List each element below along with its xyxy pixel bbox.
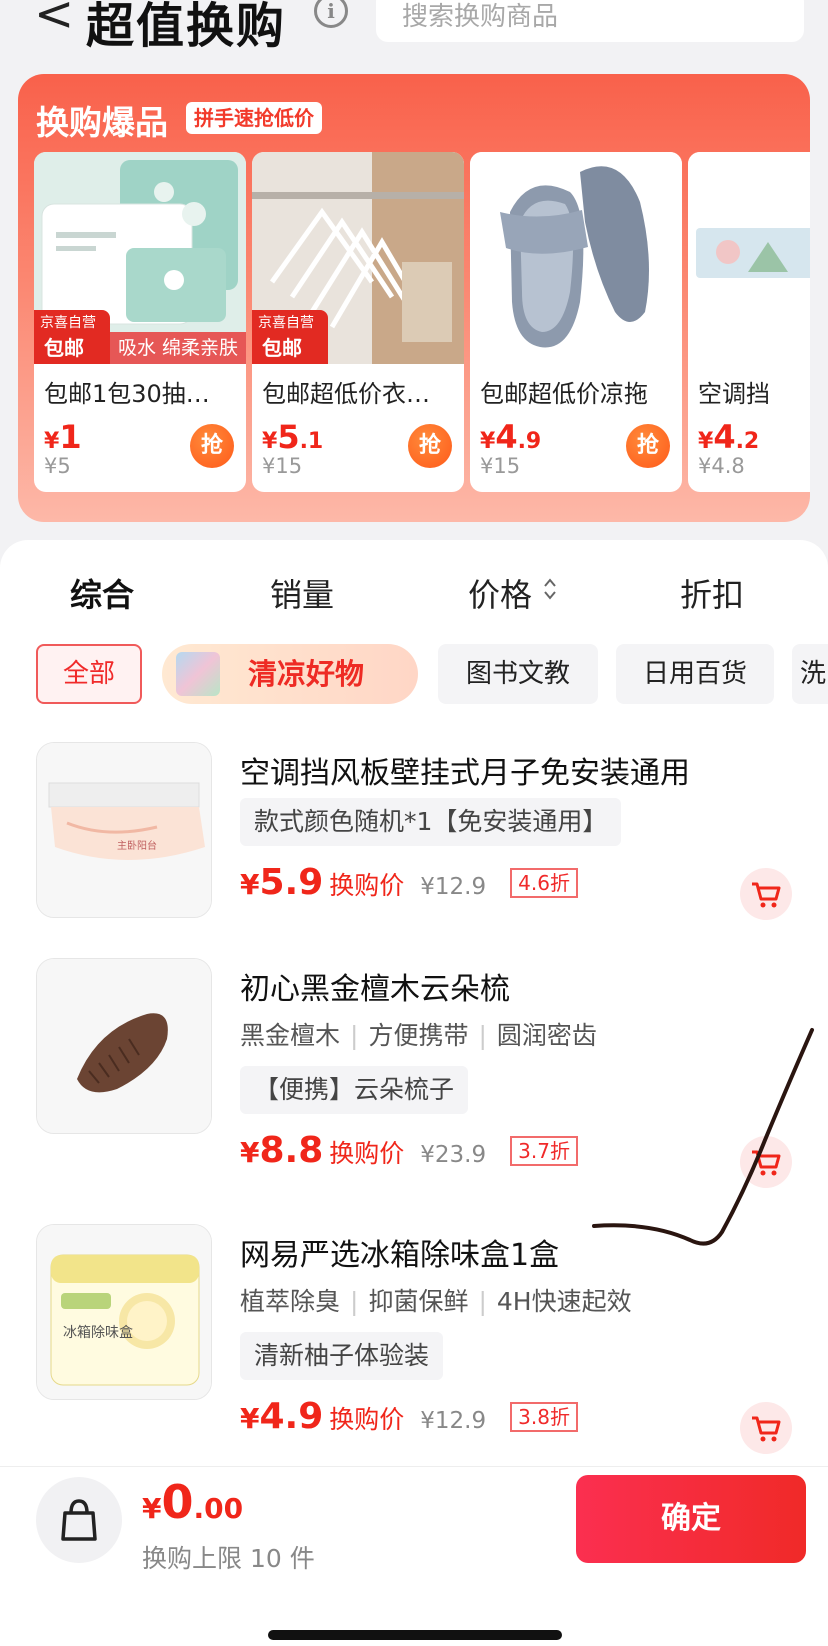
shopping-bag-icon[interactable] <box>36 1477 122 1563</box>
search-placeholder: 搜索换购商品 <box>402 2 559 32</box>
hot-deal-original-price: ¥15 <box>480 454 521 478</box>
product-spec-tag: 【便携】云朵梳子 <box>240 1066 469 1114</box>
hot-deals-subtitle-badge: 拼手速抢低价 <box>186 102 322 134</box>
add-to-cart-button[interactable] <box>740 868 792 920</box>
sort-arrows-icon <box>542 576 558 603</box>
info-icon[interactable]: i <box>314 0 348 28</box>
product-image-slippers <box>470 152 682 364</box>
back-arrow-icon[interactable]: < <box>34 0 74 42</box>
product-price-row: ¥4.9 换购价 ¥12.9 3.8折 <box>240 1396 578 1437</box>
filter-chip-daily-goods[interactable]: 日用百货 <box>616 644 774 704</box>
hot-deals-title: 换购爆品 <box>36 103 168 142</box>
product-attributes: 黑金檀木 | 方便携带 | 圆润密齿 <box>240 1021 597 1050</box>
cart-icon <box>752 1150 781 1176</box>
svg-text:冰箱除味盒: 冰箱除味盒 <box>63 1324 133 1340</box>
filter-chip-cool-goods[interactable]: 清凉好物 <box>162 644 418 704</box>
discount-badge: 4.6折 <box>510 868 578 898</box>
hot-deal-price: ¥1 <box>44 418 82 456</box>
hot-deal-original-price: ¥4.8 <box>698 454 745 478</box>
discount-badge: 3.7折 <box>510 1136 578 1166</box>
bottom-bar: ¥0.00 换购上限 10 件 确定 <box>0 1466 828 1646</box>
filter-chip-all[interactable]: 全部 <box>36 644 142 704</box>
sort-tab-comprehensive[interactable]: 综合 <box>70 570 134 616</box>
svg-text:主卧阳台: 主卧阳台 <box>117 839 157 852</box>
self-operated-badge: 京喜自营 包邮 <box>34 310 110 364</box>
discount-badge: 3.8折 <box>510 1402 578 1432</box>
page-title: 超值换购 <box>86 0 287 54</box>
product-image: 主卧阳台 <box>36 742 212 918</box>
cart-icon <box>752 1416 781 1442</box>
hot-deal-original-price: ¥15 <box>262 454 303 478</box>
product-title: 网易严选冰箱除味盒1盒 <box>240 1238 560 1273</box>
product-title: 初心黑金檀木云朵梳 <box>240 972 510 1007</box>
hot-deal-card[interactable]: 空调挡 ¥4.2 ¥4.8 <box>688 152 810 492</box>
sort-tab-sales[interactable]: 销量 <box>270 570 334 616</box>
grab-button[interactable]: 抢 <box>190 424 234 468</box>
header: < 超值换购 i 搜索换购商品 <box>0 0 828 70</box>
cart-icon <box>752 882 781 908</box>
hot-deal-name: 包邮超低价衣… <box>262 380 430 408</box>
product-spec-tag: 款式颜色随机*1【免安装通用】 <box>240 798 622 846</box>
filter-chip-books[interactable]: 图书文教 <box>438 644 598 704</box>
grab-button[interactable]: 抢 <box>626 424 670 468</box>
cool-goods-thumbnail <box>176 652 220 696</box>
hot-deal-card[interactable]: 京喜自营 包邮 吸水 绵柔亲肤 包邮1包30抽… ¥1 ¥5 抢 <box>34 152 246 492</box>
product-price-row: ¥5.9 换购价 ¥12.9 4.6折 <box>240 862 578 903</box>
filter-chip-partial[interactable]: 洗 <box>792 644 828 704</box>
product-price-row: ¥8.8 换购价 ¥23.9 3.7折 <box>240 1130 578 1171</box>
hot-deal-card[interactable]: 包邮超低价凉拖 ¥4.9 ¥15 抢 <box>470 152 682 492</box>
home-indicator <box>268 1630 562 1640</box>
product-image <box>36 958 212 1134</box>
hot-deal-price: ¥4.9 <box>480 418 542 456</box>
product-image: 冰箱除味盒 <box>36 1224 212 1400</box>
hot-deal-original-price: ¥5 <box>44 454 71 478</box>
self-operated-badge: 京喜自营 包邮 <box>252 310 328 364</box>
add-to-cart-button[interactable] <box>740 1402 792 1454</box>
exchange-limit-text: 换购上限 10 件 <box>142 1544 315 1573</box>
hot-deal-name: 空调挡 <box>698 380 770 408</box>
hot-deal-name: 包邮1包30抽… <box>44 380 210 408</box>
hot-deal-price: ¥5.1 <box>262 418 324 456</box>
feature-strip: 吸水 绵柔亲肤 <box>110 332 246 364</box>
sort-tab-price[interactable]: 价格 <box>468 570 532 616</box>
confirm-button[interactable]: 确定 <box>576 1475 806 1563</box>
sort-tab-discount[interactable]: 折扣 <box>680 570 744 616</box>
hot-deals-section: 换购爆品 拼手速抢低价 京喜自营 包邮 吸水 绵柔亲肤 包邮1包30抽… ¥1 … <box>18 74 810 522</box>
product-title: 空调挡风板壁挂式月子免安装通用 <box>240 756 690 791</box>
hot-deal-price: ¥4.2 <box>698 418 760 456</box>
product-image-ac-deflector <box>688 152 810 364</box>
total-price: ¥0.00 <box>142 1475 244 1529</box>
hot-deal-card[interactable]: 京喜自营 包邮 包邮超低价衣… ¥5.1 ¥15 抢 <box>252 152 464 492</box>
product-spec-tag: 清新柚子体验装 <box>240 1332 444 1380</box>
grab-button[interactable]: 抢 <box>408 424 452 468</box>
product-attributes: 植萃除臭 | 抑菌保鲜 | 4H快速起效 <box>240 1287 632 1316</box>
add-to-cart-button[interactable] <box>740 1136 792 1188</box>
hot-deal-name: 包邮超低价凉拖 <box>480 380 648 408</box>
search-input[interactable]: 搜索换购商品 <box>376 0 804 42</box>
